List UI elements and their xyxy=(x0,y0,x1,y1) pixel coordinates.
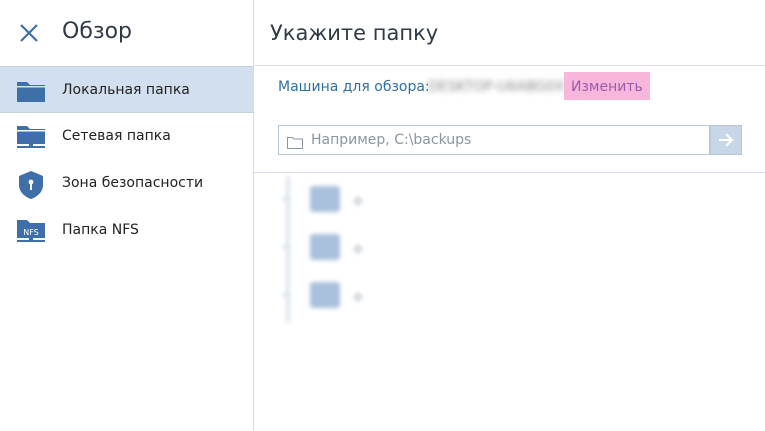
tree-tick xyxy=(282,294,290,296)
shield-icon xyxy=(16,170,46,199)
expand-icon[interactable] xyxy=(352,288,364,302)
sidebar-title: Обзор xyxy=(62,19,133,44)
drive-icon xyxy=(310,234,340,260)
sidebar-item-label: Локальная папка xyxy=(62,82,190,98)
sidebar-header: Обзор xyxy=(0,0,253,66)
drive-icon xyxy=(310,186,340,212)
expand-icon[interactable] xyxy=(352,240,364,254)
sidebar-item-label: Зона безопасности xyxy=(62,175,204,191)
tree-tick xyxy=(282,198,290,200)
tree-node[interactable] xyxy=(282,180,402,216)
tree-tick xyxy=(282,246,290,248)
sidebar-item-network-folder[interactable]: Сетевая папка xyxy=(0,113,253,160)
nfs-folder-icon: NFS xyxy=(16,217,46,245)
machine-row: Машина для обзора: DESKTOP-U6ABG0X Измен… xyxy=(278,72,758,100)
folder-icon xyxy=(287,134,303,149)
tree-node[interactable] xyxy=(282,276,402,312)
divider xyxy=(254,172,765,173)
sidebar-item-secure-zone[interactable]: Зона безопасности xyxy=(0,160,253,207)
main-panel: Укажите папку Машина для обзора: DESKTOP… xyxy=(254,0,765,431)
sidebar-list: Локальная папка Сетевая папка Зона безоп… xyxy=(0,66,253,254)
go-button[interactable] xyxy=(710,125,742,155)
sidebar-item-label: Сетевая папка xyxy=(62,128,171,144)
network-folder-icon xyxy=(16,123,46,151)
tree-node[interactable] xyxy=(282,228,402,264)
browse-dialog: Обзор Локальная папка Сетевая папка Зона… xyxy=(0,0,765,431)
machine-name: DESKTOP-U6ABG0X xyxy=(428,79,565,95)
sidebar-item-label: Папка NFS xyxy=(62,222,139,238)
sidebar: Обзор Локальная папка Сетевая папка Зона… xyxy=(0,0,254,431)
path-field[interactable] xyxy=(278,125,710,155)
page-title: Укажите папку xyxy=(270,21,439,45)
sidebar-item-local-folder[interactable]: Локальная папка xyxy=(0,66,253,113)
arrow-right-icon xyxy=(719,133,734,147)
drive-icon xyxy=(310,282,340,308)
close-button[interactable] xyxy=(16,20,42,46)
folder-tree xyxy=(282,176,402,326)
expand-icon[interactable] xyxy=(352,192,364,206)
close-icon xyxy=(20,24,38,42)
machine-label: Машина для обзора: xyxy=(278,79,430,95)
svg-text:NFS: NFS xyxy=(23,228,39,237)
main-header: Укажите папку xyxy=(254,0,765,66)
change-machine-link[interactable]: Изменить xyxy=(564,72,650,100)
path-input[interactable] xyxy=(311,126,701,154)
local-folder-icon xyxy=(16,77,46,105)
sidebar-item-nfs-folder[interactable]: NFS Папка NFS xyxy=(0,207,253,254)
